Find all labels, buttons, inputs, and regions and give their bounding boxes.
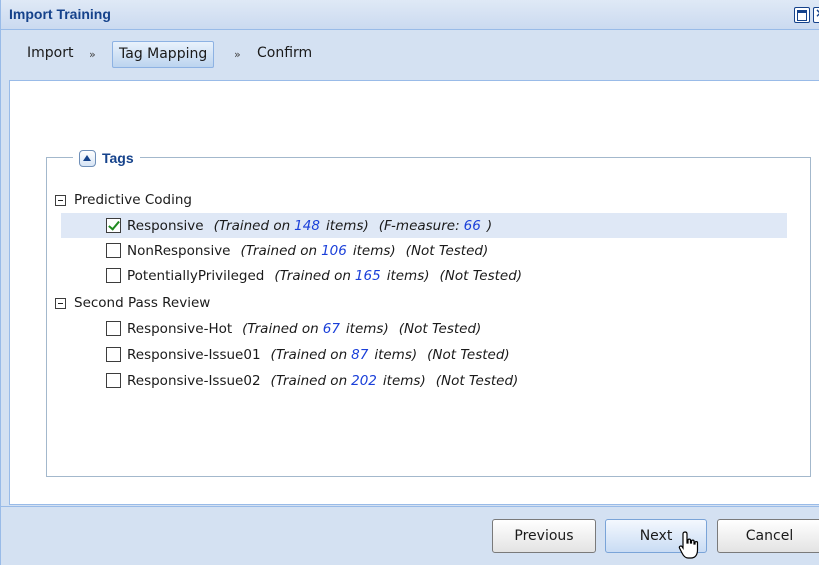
maximize-icon[interactable] [794, 7, 810, 23]
import-training-window: Import Training × Import » Tag Mapping »… [0, 0, 819, 565]
trained-count: 106 [321, 242, 347, 259]
status-text: (Not Tested) [439, 267, 523, 284]
tag-row-responsive-hot[interactable]: Responsive-Hot (Trained on 67 items) (No… [61, 316, 787, 341]
breadcrumb-separator: » [234, 48, 241, 61]
tag-checkbox[interactable] [106, 321, 121, 336]
step-import[interactable]: Import [21, 41, 79, 68]
trained-prefix: (Trained on [213, 217, 291, 234]
tag-checkbox[interactable] [106, 268, 121, 283]
trained-suffix: items) [325, 217, 369, 234]
tag-label: NonResponsive [127, 242, 231, 259]
close-icon[interactable]: × [813, 6, 819, 23]
tag-row-responsive-issue01[interactable]: Responsive-Issue01 (Trained on 87 items)… [61, 342, 787, 367]
tag-checkbox[interactable] [106, 218, 121, 233]
trained-count: 148 [294, 217, 320, 234]
tag-row-responsive[interactable]: Responsive (Trained on 148 items) (F-mea… [61, 213, 787, 238]
group-label: Second Pass Review [74, 295, 211, 311]
status-text: (Not Tested) [398, 320, 482, 337]
tag-label: Responsive [127, 217, 204, 234]
trained-suffix: items) [386, 267, 430, 284]
breadcrumb-separator: » [89, 48, 96, 61]
tag-row-responsive-issue02[interactable]: Responsive-Issue02 (Trained on 202 items… [61, 368, 787, 393]
title-bar: Import Training × [1, 0, 819, 30]
trained-prefix: (Trained on [240, 242, 318, 259]
trained-count: 87 [351, 346, 369, 363]
status-text: (Not Tested) [427, 346, 510, 363]
trained-count: 165 [354, 267, 381, 284]
tags-legend: Tags [73, 148, 140, 168]
trained-suffix: items) [352, 242, 396, 259]
status-suffix: ) [486, 217, 493, 234]
collapse-tree-icon[interactable] [55, 297, 66, 309]
step-confirm[interactable]: Confirm [251, 41, 318, 68]
tag-label: Responsive-Issue02 [127, 372, 261, 389]
tag-label: Responsive-Hot [127, 320, 233, 337]
tag-label: Responsive-Issue01 [127, 346, 261, 363]
trained-suffix: items) [374, 346, 418, 363]
tag-row-nonresponsive[interactable]: NonResponsive (Trained on 106 items) (No… [61, 238, 787, 263]
tag-row-potentially-privileged[interactable]: PotentiallyPrivileged (Trained on 165 it… [61, 263, 787, 288]
trained-suffix: items) [382, 372, 426, 389]
cancel-button[interactable]: Cancel [717, 519, 819, 553]
trained-prefix: (Trained on [270, 372, 348, 389]
tree-group-second-pass-review[interactable]: Second Pass Review [55, 293, 210, 313]
trained-prefix: (Trained on [242, 320, 319, 337]
collapse-toggle-icon[interactable] [79, 149, 96, 167]
step-tag-mapping[interactable]: Tag Mapping [112, 41, 215, 68]
hand-cursor-icon [678, 531, 699, 559]
f-measure-value: 66 [463, 217, 481, 234]
tag-checkbox[interactable] [106, 373, 121, 388]
trained-suffix: items) [345, 320, 389, 337]
previous-button[interactable]: Previous [492, 519, 596, 553]
trained-prefix: (Trained on [274, 267, 351, 284]
trained-count: 67 [322, 320, 340, 337]
tag-checkbox[interactable] [106, 243, 121, 258]
tag-label: PotentiallyPrivileged [127, 267, 265, 284]
status-text: (F-measure: [378, 217, 460, 234]
breadcrumb: Import » Tag Mapping » Confirm [1, 31, 819, 80]
status-text: (Not Tested) [405, 242, 489, 259]
tags-legend-label: Tags [102, 150, 134, 166]
group-label: Predictive Coding [74, 192, 192, 208]
status-text: (Not Tested) [435, 372, 519, 389]
tag-checkbox[interactable] [106, 347, 121, 362]
window-title: Import Training [9, 6, 111, 22]
trained-prefix: (Trained on [270, 346, 348, 363]
tree-group-predictive-coding[interactable]: Predictive Coding [55, 190, 192, 210]
trained-count: 202 [351, 372, 377, 389]
collapse-tree-icon[interactable] [55, 194, 66, 206]
